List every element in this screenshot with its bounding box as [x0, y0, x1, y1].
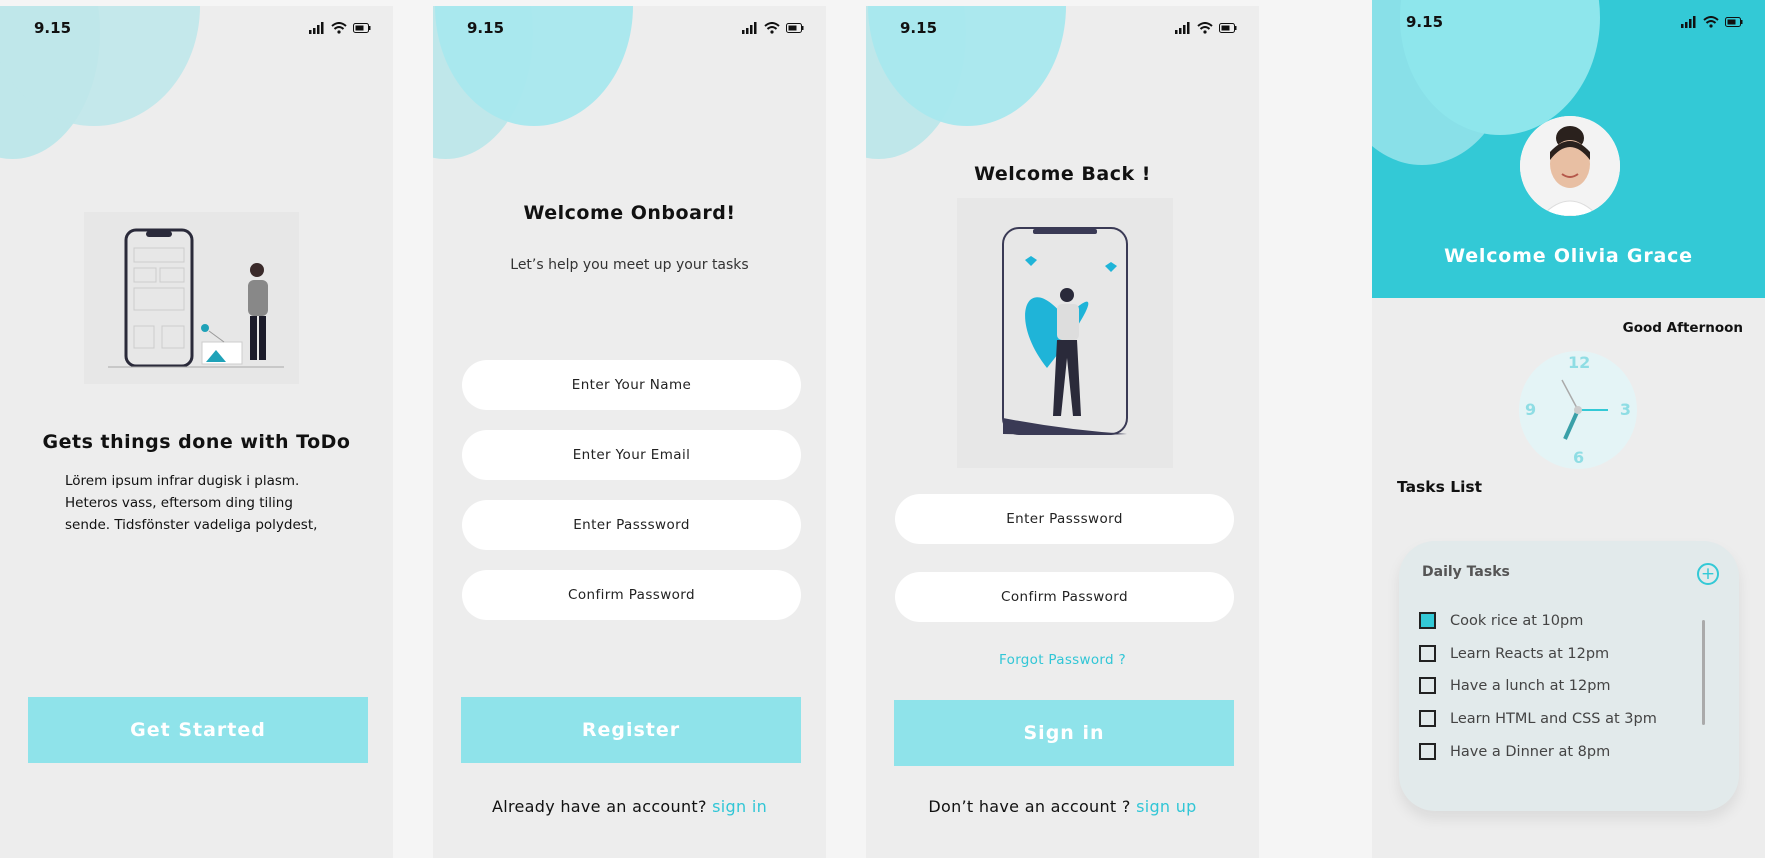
signin-prompt-text: Already have an account?: [491, 797, 707, 816]
task-label: Cook rice at 10pm: [1450, 612, 1584, 629]
get-started-button[interactable]: Get Started: [28, 697, 368, 763]
paragraph-line: Lörem ipsum infrar dugisk i plasm.: [65, 473, 300, 489]
profile-header: Welcome Olivia Grace: [1372, 0, 1765, 298]
page-subtitle: Let’s help you meet up your tasks: [510, 257, 749, 273]
sign-in-button[interactable]: Sign in: [894, 700, 1234, 766]
checkbox-icon[interactable]: [1419, 677, 1436, 694]
task-item[interactable]: Cook rice at 10pm: [1419, 612, 1583, 629]
paragraph-line: Heteros vass, eftersom ding tiling: [65, 495, 293, 511]
battery-icon: [1725, 17, 1743, 27]
checkbox-icon[interactable]: [1419, 645, 1436, 662]
checkbox-icon[interactable]: [1419, 612, 1436, 629]
email-field[interactable]: Enter Your Email: [462, 430, 801, 480]
welcome-title: Welcome Olivia Grace: [1444, 245, 1693, 267]
checkbox-icon[interactable]: [1419, 710, 1436, 727]
task-label: Have a Dinner at 8pm: [1450, 743, 1611, 760]
clock-hands: [1561, 379, 1608, 440]
screen-dashboard: Welcome Olivia Grace 9.15 Good Afternoon…: [1372, 0, 1765, 858]
password-field[interactable]: Enter Passsword: [462, 500, 801, 550]
battery-icon: [786, 23, 804, 33]
wifi-icon: [1197, 22, 1213, 34]
status-time: 9.15: [34, 19, 72, 37]
wifi-icon: [764, 22, 780, 34]
battery-icon: [353, 23, 371, 33]
register-button[interactable]: Register: [461, 697, 801, 763]
checkbox-icon[interactable]: [1419, 743, 1436, 760]
status-time: 9.15: [467, 19, 505, 37]
wifi-icon: [1703, 16, 1719, 28]
status-time: 9.15: [900, 19, 938, 37]
task-item[interactable]: Learn HTML and CSS at 3pm: [1419, 710, 1657, 727]
task-label: Learn HTML and CSS at 3pm: [1450, 710, 1657, 727]
status-bar: 9.15: [34, 18, 371, 38]
screen-sign-in: 9.15 Welcome Back ! Enter Passsword Conf…: [866, 6, 1259, 858]
status-bar: 9.15: [900, 18, 1237, 38]
battery-icon: [1219, 23, 1237, 33]
password-field[interactable]: Enter Passsword: [895, 494, 1234, 544]
task-item[interactable]: Have a lunch at 12pm: [1419, 677, 1611, 694]
task-label: Have a lunch at 12pm: [1450, 677, 1611, 694]
todo-illustration: [84, 212, 299, 384]
signup-link[interactable]: sign up: [1136, 797, 1197, 816]
page-title: Gets things done with ToDo: [42, 431, 351, 453]
avatar[interactable]: [1520, 116, 1620, 216]
analog-clock: 12 3 6 9: [1519, 351, 1637, 469]
forgot-password-link[interactable]: Forgot Password ?: [866, 652, 1259, 668]
signin-illustration: [957, 198, 1173, 468]
task-item[interactable]: Have a Dinner at 8pm: [1419, 743, 1610, 760]
page-title: Welcome Back !: [974, 163, 1151, 185]
card-title: Daily Tasks: [1422, 564, 1510, 580]
signin-prompt: Already have an account? sign in: [433, 797, 826, 816]
status-time: 9.15: [1406, 13, 1444, 31]
tasks-list-title: Tasks List: [1397, 478, 1483, 496]
plus-circle-icon[interactable]: +: [1697, 563, 1719, 585]
signup-prompt-text: Don’t have an account ?: [928, 797, 1131, 816]
forgot-password-text[interactable]: Forgot Password ?: [999, 652, 1126, 668]
signup-prompt: Don’t have an account ? sign up: [866, 797, 1259, 816]
task-scrollbar[interactable]: [1702, 620, 1705, 725]
paragraph-line: sende. Tidsfönster vadeliga polydest,: [65, 517, 318, 533]
signal-icon: [309, 22, 324, 34]
confirm-password-field[interactable]: Confirm Password: [462, 570, 801, 620]
task-label: Learn Reacts at 12pm: [1450, 645, 1610, 662]
status-bar: 9.15: [1406, 12, 1743, 32]
signal-icon: [1681, 16, 1696, 28]
status-bar: 9.15: [467, 18, 804, 38]
confirm-password-field[interactable]: Confirm Password: [895, 572, 1234, 622]
intro-paragraph: Lörem ipsum infrar dugisk i plasm. Heter…: [65, 470, 335, 536]
daily-tasks-card: Daily Tasks + Cook rice at 10pm Learn Re…: [1399, 541, 1739, 811]
task-item[interactable]: Learn Reacts at 12pm: [1419, 645, 1609, 662]
signal-icon: [1175, 22, 1190, 34]
greeting-text: Good Afternoon: [1622, 320, 1743, 336]
page-title: Welcome Onboard!: [523, 202, 736, 224]
wifi-icon: [331, 22, 347, 34]
screen-get-started: 9.15 Gets things done with ToDo Lörem ip…: [0, 6, 393, 858]
screen-register: 9.15 Welcome Onboard! Let’s help you mee…: [433, 6, 826, 858]
signin-link[interactable]: sign in: [712, 797, 767, 816]
signal-icon: [742, 22, 757, 34]
name-field[interactable]: Enter Your Name: [462, 360, 801, 410]
